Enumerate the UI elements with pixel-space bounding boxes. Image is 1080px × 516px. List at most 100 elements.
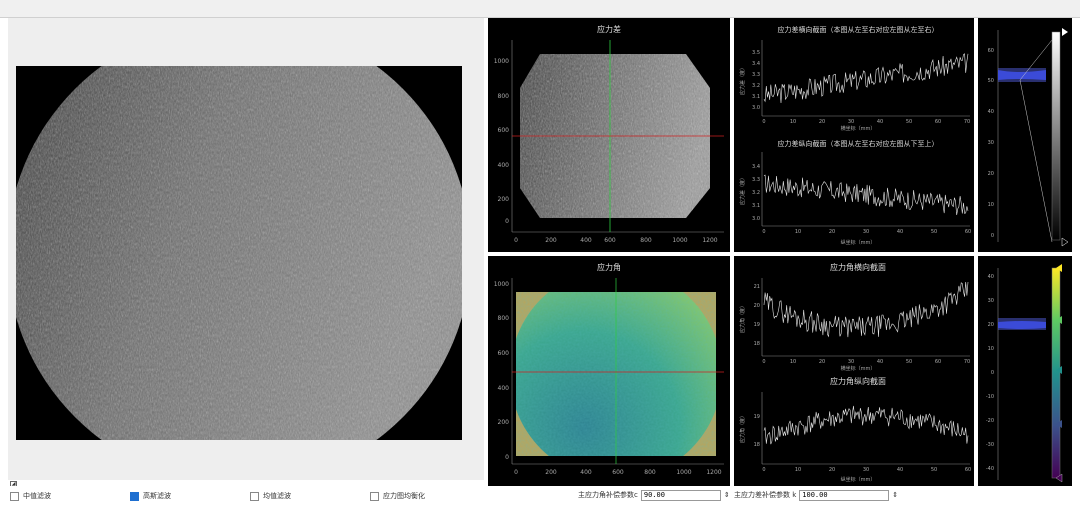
tick-label: 20 [754,303,760,309]
tick-label: 20 [829,467,835,473]
tick-label: 3.1 [752,94,760,100]
tick-label: 3.2 [752,190,760,196]
tick-label: 20 [988,171,994,177]
tick-label: 0 [762,119,765,125]
tick-label: 19 [754,322,760,328]
tick-label: 200 [545,469,557,476]
tick-label: 60 [935,119,941,125]
tick-label: 20 [819,359,825,365]
stress-diff-colorbar-svg: 60 50 40 30 20 10 0 [988,28,1069,247]
tick-label: 10 [790,119,796,125]
stress-diff-colorbar-panel: 60 50 40 30 20 10 0 [978,18,1072,252]
gray-colorbar [1051,31,1061,241]
tick-label: 50 [906,119,912,125]
tick-label: 60 [965,467,971,473]
tick-label: 50 [988,78,994,84]
axis-xlabel: 横坐标（mm） [841,365,876,372]
tick-label: 3.0 [752,105,760,111]
source-image-canvas [16,66,462,440]
tick-label: 800 [498,93,510,100]
angle-comp-input[interactable] [640,489,721,501]
stress-diff-map-title: 应力差 [597,24,621,34]
checkbox-label: 应力图均衡化 [383,492,425,500]
stress-diff-sections-panel: 应力差横向截面（本图从左至右对应左图从左至右） 应力差（度） 3.5 3.4 3… [734,18,974,252]
tick-label: 0 [505,218,509,225]
stress-angle-sections-svg: 应力角横向截面 应力角（度） 21 20 19 18 0 10 20 30 40… [739,262,971,483]
checkbox-label: 高斯滤波 [143,492,171,500]
tick-label: 0 [514,469,518,476]
tick-label: 200 [545,237,557,244]
checkbox-box[interactable] [130,491,139,501]
tick-label: 1000 [676,469,691,476]
diff-comp-input[interactable] [799,489,890,501]
tick-label: 20 [988,322,994,328]
checkbox-label: 中值滤波 [23,492,51,500]
colorbar-max-handle-icon[interactable] [1062,28,1068,36]
tick-label: 3.3 [752,177,760,183]
tick-label: 20 [819,119,825,125]
stress-diff-v-section-title: 应力差纵向截面（本图从左至右对应左图从下至上） [778,139,939,148]
stress-diff-map-svg: 应力差 1000 800 600 400 200 0 0 200 400 600… [494,24,724,244]
tick-label: 3.3 [752,72,760,78]
angle-comp-field: 主应力角补偿参数c ⇕ [578,489,730,501]
tick-label: 1000 [494,281,509,288]
tick-label: 200 [498,196,510,203]
tick-label: 3.5 [752,50,760,56]
tick-label: 0 [991,370,994,376]
tick-label: 1200 [706,469,721,476]
tick-label: 40 [877,359,883,365]
tick-label: 30 [988,140,994,146]
tick-label: 1000 [672,237,687,244]
tick-label: 400 [498,162,510,169]
tick-label: 600 [604,237,616,244]
stress-angle-map-svg: 应力角 1000 800 600 400 200 0 0 200 400 600… [494,262,724,476]
stress-angle-sections-panel: 应力角横向截面 应力角（度） 21 20 19 18 0 10 20 30 40… [734,256,974,486]
tick-label: 30 [848,359,854,365]
window-top-bar [0,0,1080,18]
tick-label: 20 [829,229,835,235]
tick-label: 3.2 [752,83,760,89]
median-filter-checkbox[interactable]: 中值滤波 [10,490,51,502]
tick-label: 3.4 [752,61,760,67]
gauss-filter-checkbox[interactable]: 高斯滤波 [130,490,171,502]
tick-label: 70 [964,359,970,365]
tick-label: 40 [897,467,903,473]
tick-label: -40 [986,466,994,472]
tick-label: 40 [897,229,903,235]
stress-angle-map-title: 应力角 [597,262,621,272]
tick-label: 800 [640,237,652,244]
checkbox-box[interactable] [250,491,259,501]
tick-label: 19 [754,414,760,420]
source-image [16,66,462,440]
stress-angle-h-signal [763,281,969,338]
checkbox-box[interactable] [370,491,379,501]
tick-label: -30 [986,442,994,448]
viridis-colorbar [1051,267,1061,479]
mean-filter-checkbox[interactable]: 均值滤波 [250,490,291,502]
spinner-icon[interactable]: ⇕ [892,491,898,499]
tick-label: 0 [991,233,994,239]
stress-angle-colorbar-svg: 40 30 20 10 0 -10 -20 -30 -40 [986,264,1063,483]
tick-label: 600 [498,127,510,134]
tick-label: 70 [964,119,970,125]
tick-label: -10 [986,394,994,400]
tick-label: 800 [644,469,656,476]
tick-label: 18 [754,341,760,347]
axis-xlabel: 纵坐标（mm） [841,239,876,246]
checkbox-box[interactable] [10,491,19,501]
axis-xlabel: 横坐标（mm） [841,125,876,132]
stress-unify-checkbox[interactable]: 应力图均衡化 [370,490,425,502]
tick-label: 10 [795,467,801,473]
checkbox-label: 均值滤波 [263,492,291,500]
axis-ylabel: 应力差（度） [739,65,746,95]
colorbar-min-handle-icon[interactable] [1061,237,1069,247]
stress-angle-map-panel: 应力角 1000 800 600 400 200 0 0 200 400 600… [488,256,730,486]
tick-label: 50 [931,467,937,473]
tick-label: 3.1 [752,203,760,209]
stress-angle-h-section-title: 应力角横向截面 [830,262,886,272]
tick-label: 1000 [494,58,509,65]
spinner-icon[interactable]: ⇕ [724,491,730,499]
tick-label: 50 [931,229,937,235]
stress-angle-v-signal [763,405,969,445]
diff-comp-field: 主应力差补偿参数 k ⇕ [734,489,898,501]
